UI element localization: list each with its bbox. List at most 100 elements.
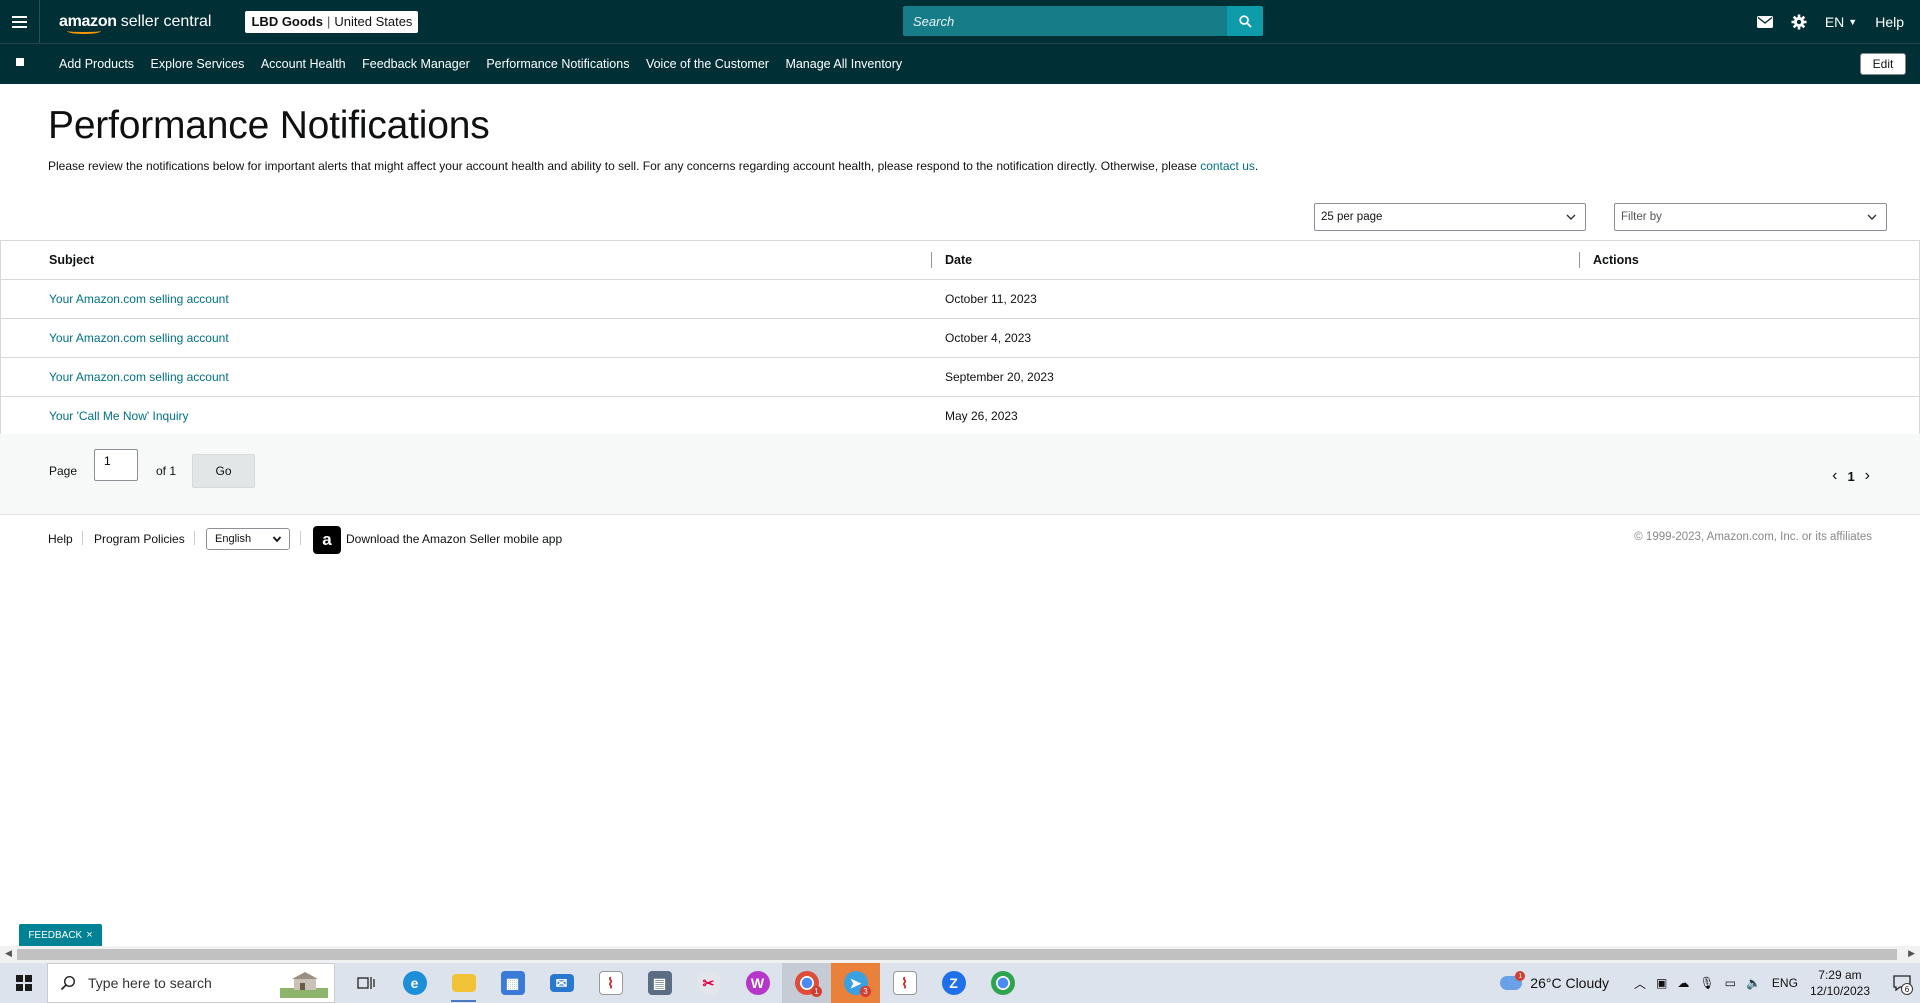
help-link[interactable]: Help xyxy=(1875,14,1904,30)
feedback-tab[interactable]: FEEDBACK × xyxy=(19,924,102,946)
scrollbar-thumb[interactable] xyxy=(17,949,1897,960)
column-header-actions: Actions xyxy=(1593,253,1639,267)
column-header-date[interactable]: Date xyxy=(945,241,972,279)
notification-subject-link[interactable]: Your Amazon.com selling account xyxy=(49,358,229,396)
menu-button[interactable] xyxy=(0,0,40,43)
notification-subject-link[interactable]: Your 'Call Me Now' Inquiry xyxy=(49,397,189,435)
input-language[interactable]: ENG xyxy=(1772,976,1798,990)
download-app-link[interactable]: Download the Amazon Seller mobile app xyxy=(346,532,562,546)
column-divider xyxy=(931,252,932,268)
volume-icon[interactable]: 🔈 xyxy=(1746,976,1761,990)
footer-divider xyxy=(194,531,195,545)
bookmark-icon[interactable] xyxy=(0,44,40,84)
onedrive-icon[interactable]: ☁ xyxy=(1677,976,1689,990)
contact-us-link[interactable]: contact us xyxy=(1200,159,1255,173)
intro-text: Please review the notifications below fo… xyxy=(48,159,1258,173)
chart-app-2[interactable]: ⌇ xyxy=(880,963,929,1003)
nav-item-feedback-manager[interactable]: Feedback Manager xyxy=(362,57,470,71)
mail-icon[interactable] xyxy=(1756,15,1773,28)
language-selector[interactable]: EN ▼ xyxy=(1825,14,1857,30)
nav-item-manage-inventory[interactable]: Manage All Inventory xyxy=(785,57,902,71)
program-policies-link[interactable]: Program Policies xyxy=(94,532,185,546)
scroll-right-icon[interactable]: ▶ xyxy=(1908,948,1915,959)
go-button[interactable]: Go xyxy=(192,454,255,488)
nav-item-explore-services[interactable]: Explore Services xyxy=(151,57,245,71)
intro-body: Please review the notifications below fo… xyxy=(48,159,1201,173)
horizontal-scrollbar[interactable]: ◀ ▶ xyxy=(0,946,1920,963)
nav-item-account-health[interactable]: Account Health xyxy=(261,57,346,71)
edit-nav-button[interactable]: Edit xyxy=(1860,53,1906,75)
store-selector[interactable]: LBD Goods | United States xyxy=(245,10,419,33)
search-bar xyxy=(903,6,1263,36)
chrome-profile-app[interactable] xyxy=(978,963,1027,1003)
notification-center-button[interactable]: 6 xyxy=(1884,963,1920,1003)
nav-item-add-products[interactable]: Add Products xyxy=(59,57,134,71)
current-page[interactable]: 1 xyxy=(1847,469,1854,484)
wps-app[interactable]: W xyxy=(733,963,782,1003)
store-app[interactable]: ▦ xyxy=(488,963,537,1003)
page-label: Page xyxy=(49,464,78,478)
mail-icon: ✉ xyxy=(549,974,574,992)
footer-help-link[interactable]: Help xyxy=(48,532,73,546)
task-view-button[interactable] xyxy=(341,963,390,1003)
amazon-smile-icon xyxy=(67,28,101,34)
calculator-app[interactable]: ▤ xyxy=(635,963,684,1003)
store-region: United States xyxy=(334,14,413,29)
chevron-right-icon[interactable]: › xyxy=(1865,467,1870,485)
weather-widget[interactable]: 1 26°C Cloudy xyxy=(1500,971,1609,991)
zalo-icon: Z xyxy=(941,971,966,995)
chrome-app[interactable]: 1 xyxy=(782,963,831,1003)
file-explorer-app[interactable] xyxy=(439,963,488,1003)
notification-date: May 26, 2023 xyxy=(945,409,1018,423)
top-header: amazon seller central LBD Goods | United… xyxy=(0,0,1920,43)
chevron-left-icon[interactable]: ‹ xyxy=(1832,467,1837,485)
nav-item-voice-of-customer[interactable]: Voice of the Customer xyxy=(646,57,769,71)
notification-subject-link[interactable]: Your Amazon.com selling account xyxy=(49,280,229,318)
search-button[interactable] xyxy=(1227,6,1263,36)
edge-app[interactable]: e xyxy=(390,963,439,1003)
feedback-label: FEEDBACK xyxy=(28,929,83,941)
logo-light-text: seller central xyxy=(120,12,212,30)
search-icon xyxy=(1238,14,1252,28)
pagination-bar: Page of 1 Go ‹ 1 › xyxy=(0,434,1920,515)
notifications-table: Subject Date Actions Your Amazon.com sel… xyxy=(0,240,1920,436)
per-page-select[interactable]: 25 per page xyxy=(1314,203,1586,231)
chevron-down-icon xyxy=(1867,214,1877,220)
search-input[interactable] xyxy=(903,6,1227,36)
footer-language-select[interactable]: English xyxy=(206,528,290,550)
zalo-app[interactable]: Z xyxy=(929,963,978,1003)
wps-icon: W xyxy=(745,971,770,995)
chart-app[interactable]: ⌇ xyxy=(586,963,635,1003)
notification-subject-link[interactable]: Your Amazon.com selling account xyxy=(49,319,229,357)
search-icon xyxy=(60,975,76,991)
page-number-input[interactable] xyxy=(94,449,138,481)
table-header-row: Subject Date Actions xyxy=(1,241,1919,280)
start-button[interactable] xyxy=(0,963,47,1003)
clock[interactable]: 7:29 am 12/10/2023 xyxy=(1810,967,1870,999)
snipping-icon: ✂ xyxy=(696,971,721,995)
network-icon[interactable]: ▭ xyxy=(1725,976,1736,990)
meet-icon[interactable]: ▣ xyxy=(1656,976,1667,990)
chevron-up-icon[interactable]: ︿ xyxy=(1634,975,1646,992)
table-row: Your Amazon.com selling account Septembe… xyxy=(1,358,1919,397)
table-row: Your Amazon.com selling account October … xyxy=(1,319,1919,358)
mail-app[interactable]: ✉ xyxy=(537,963,586,1003)
seller-central-logo[interactable]: amazon seller central xyxy=(59,10,211,34)
microphone-icon[interactable]: 🎙 xyxy=(1699,976,1714,990)
close-icon[interactable]: × xyxy=(86,929,92,941)
seller-app-icon[interactable]: a xyxy=(313,526,341,554)
language-label: EN xyxy=(1824,13,1845,30)
gear-icon[interactable] xyxy=(1791,14,1807,30)
filter-select[interactable]: Filter by xyxy=(1614,203,1887,231)
scroll-left-icon[interactable]: ◀ xyxy=(5,948,12,959)
task-view-icon xyxy=(356,977,375,989)
edge-icon: e xyxy=(402,971,427,995)
filter-placeholder: Filter by xyxy=(1621,211,1662,223)
clock-time: 7:29 am xyxy=(1818,968,1862,982)
taskbar-search[interactable]: Type here to search xyxy=(47,963,335,1003)
nav-item-performance-notifications[interactable]: Performance Notifications xyxy=(486,57,629,71)
column-header-subject[interactable]: Subject xyxy=(49,241,94,279)
messaging-app[interactable]: ➤ 3 xyxy=(831,963,880,1003)
notification-date: October 11, 2023 xyxy=(945,292,1037,306)
snipping-app[interactable]: ✂ xyxy=(684,963,733,1003)
